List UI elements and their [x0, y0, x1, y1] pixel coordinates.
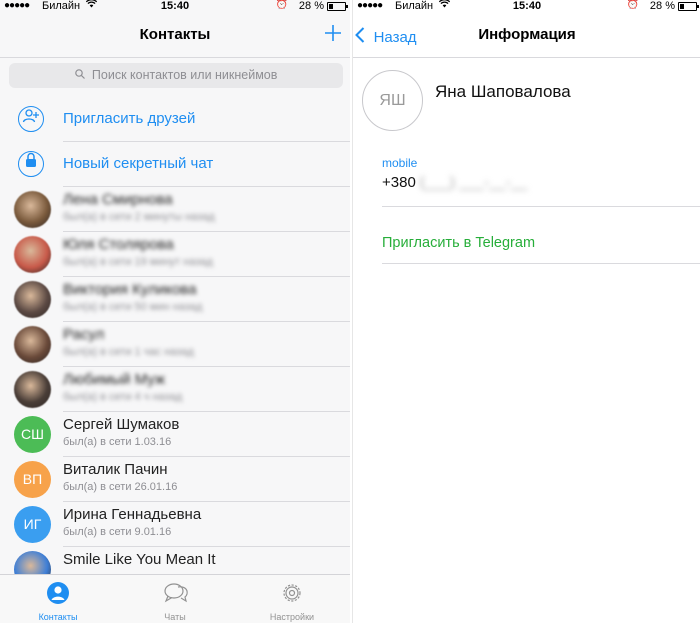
search-icon: [74, 68, 88, 82]
contact-status: был(а) в сети 1 час назад: [63, 346, 194, 358]
invite-to-telegram-button[interactable]: Пригласить в Telegram: [382, 235, 535, 251]
new-secret-chat-label: Новый секретный чат: [63, 155, 214, 172]
avatar: [14, 236, 51, 273]
contact-name: Ирина Геннадьевна: [63, 506, 202, 523]
avatar: [14, 281, 51, 318]
contact-row[interactable]: Расул был(а) в сети 1 час назад: [0, 322, 350, 367]
phone-hidden: (___) ___-__-__: [419, 174, 528, 191]
contact-name: Smile Like You Mean It: [63, 551, 216, 568]
contact-name: Любимый Муж: [63, 371, 166, 388]
invite-friends-button[interactable]: Пригласить друзей: [0, 97, 350, 141]
new-secret-chat-button[interactable]: Новый секретный чат: [0, 142, 350, 186]
tab-contacts[interactable]: Контакты: [0, 575, 116, 623]
contact-status: был(а) в сети 1.03.16: [63, 436, 172, 448]
contact-status: был(а) в сети 4 ч назад: [63, 391, 183, 403]
phone-number[interactable]: +380 (___) ___-__-__: [382, 174, 527, 191]
gear-icon: [280, 581, 304, 605]
contact-row[interactable]: Виктория Куликова был(а) в сети 50 мин на…: [0, 277, 350, 322]
contact-row[interactable]: Лена Смирнова был(а) в сети 2 минуты наза…: [0, 187, 350, 232]
alarm-icon: ⏰: [626, 0, 639, 10]
alarm-icon: ⏰: [275, 0, 288, 10]
search-input[interactable]: Поиск контактов или никнеймов: [9, 63, 343, 88]
avatar: [14, 371, 51, 408]
tab-bar: Контакты Чаты Настройки: [0, 574, 350, 623]
contact-name: Виктория Куликова: [63, 281, 197, 298]
tab-settings-label: Настройки: [269, 612, 315, 622]
contact-status: был(а) в сети 9.01.16: [63, 526, 172, 538]
battery-icon: [327, 2, 348, 11]
contact-status: был(а) в сети 26.01.16: [63, 481, 178, 493]
contact-row[interactable]: Юля Столярова был(а) в сети 19 минут наза…: [0, 232, 350, 277]
battery-fill: [329, 4, 333, 9]
add-person-icon: [18, 106, 44, 132]
tab-chats[interactable]: Чаты: [117, 575, 233, 623]
divider: [382, 206, 700, 207]
invite-friends-label: Пригласить друзей: [63, 110, 196, 127]
avatar: ВП: [14, 461, 51, 498]
plus-icon[interactable]: [324, 20, 342, 46]
contact-status: был(а) в сети 2 минуты назад: [63, 211, 215, 223]
phone-label: mobile: [382, 156, 418, 170]
avatar: ИГ: [14, 506, 51, 543]
contact-name: Виталик Пачин: [63, 461, 168, 478]
avatar: ЯШ: [362, 70, 423, 131]
contact-status: был(а) в сети 50 мин назад: [63, 301, 203, 313]
contact-row[interactable]: ИГ Ирина Геннадьевна был(а) в сети 9.01.16: [0, 502, 350, 547]
status-bar: ●●●●● Билайн 15:40 ⏰ 28 %: [0, 0, 350, 14]
contacts-navbar: Контакты: [0, 14, 350, 58]
battery-icon: [678, 2, 699, 11]
divider: [382, 263, 700, 264]
contacts-screen: ●●●●● Билайн 15:40 ⏰ 28 % Контакты Поиск…: [0, 0, 350, 623]
contact-name: Яна Шаповалова: [435, 82, 571, 101]
battery-percent: 28 %: [649, 0, 675, 12]
avatar: [14, 326, 51, 363]
lock-icon: [18, 151, 44, 177]
clock: 15:40: [512, 0, 542, 12]
tab-chats-label: Чаты: [164, 612, 186, 622]
tab-settings[interactable]: Настройки: [234, 575, 350, 623]
battery-percent: 28 %: [298, 0, 324, 12]
contact-row[interactable]: Любимый Муж был(а) в сети 4 ч назад: [0, 367, 350, 412]
battery-fill: [680, 4, 684, 9]
contact-name: Лена Смирнова: [63, 191, 173, 208]
clock: 15:40: [160, 0, 190, 12]
search-placeholder: Поиск контактов или никнеймов: [91, 68, 278, 82]
contact-row[interactable]: ВП Виталик Пачин был(а) в сети 26.01.16: [0, 457, 350, 502]
contact-status: был(а) в сети 19 минут назад: [63, 256, 213, 268]
person-icon: [46, 581, 70, 605]
page-title: Контакты: [139, 26, 211, 43]
tab-contacts-label: Контакты: [38, 612, 78, 622]
status-bar: ●●●●● Билайн 15:40 ⏰ 28 %: [353, 0, 700, 14]
phone-prefix: +380: [382, 174, 416, 191]
contact-name: Сергей Шумаков: [63, 416, 180, 433]
page-title: Информация: [478, 26, 576, 43]
contact-name: Расул: [63, 326, 105, 343]
info-screen: ●●●●● Билайн 15:40 ⏰ 28 % Назад Информац…: [352, 0, 700, 623]
avatar: [14, 191, 51, 228]
chat-bubbles-icon: [163, 581, 188, 605]
info-navbar: Назад Информация: [353, 14, 700, 58]
contact-row[interactable]: СШ Сергей Шумаков был(а) в сети 1.03.16: [0, 412, 350, 457]
avatar: СШ: [14, 416, 51, 453]
contact-name: Юля Столярова: [63, 236, 174, 253]
